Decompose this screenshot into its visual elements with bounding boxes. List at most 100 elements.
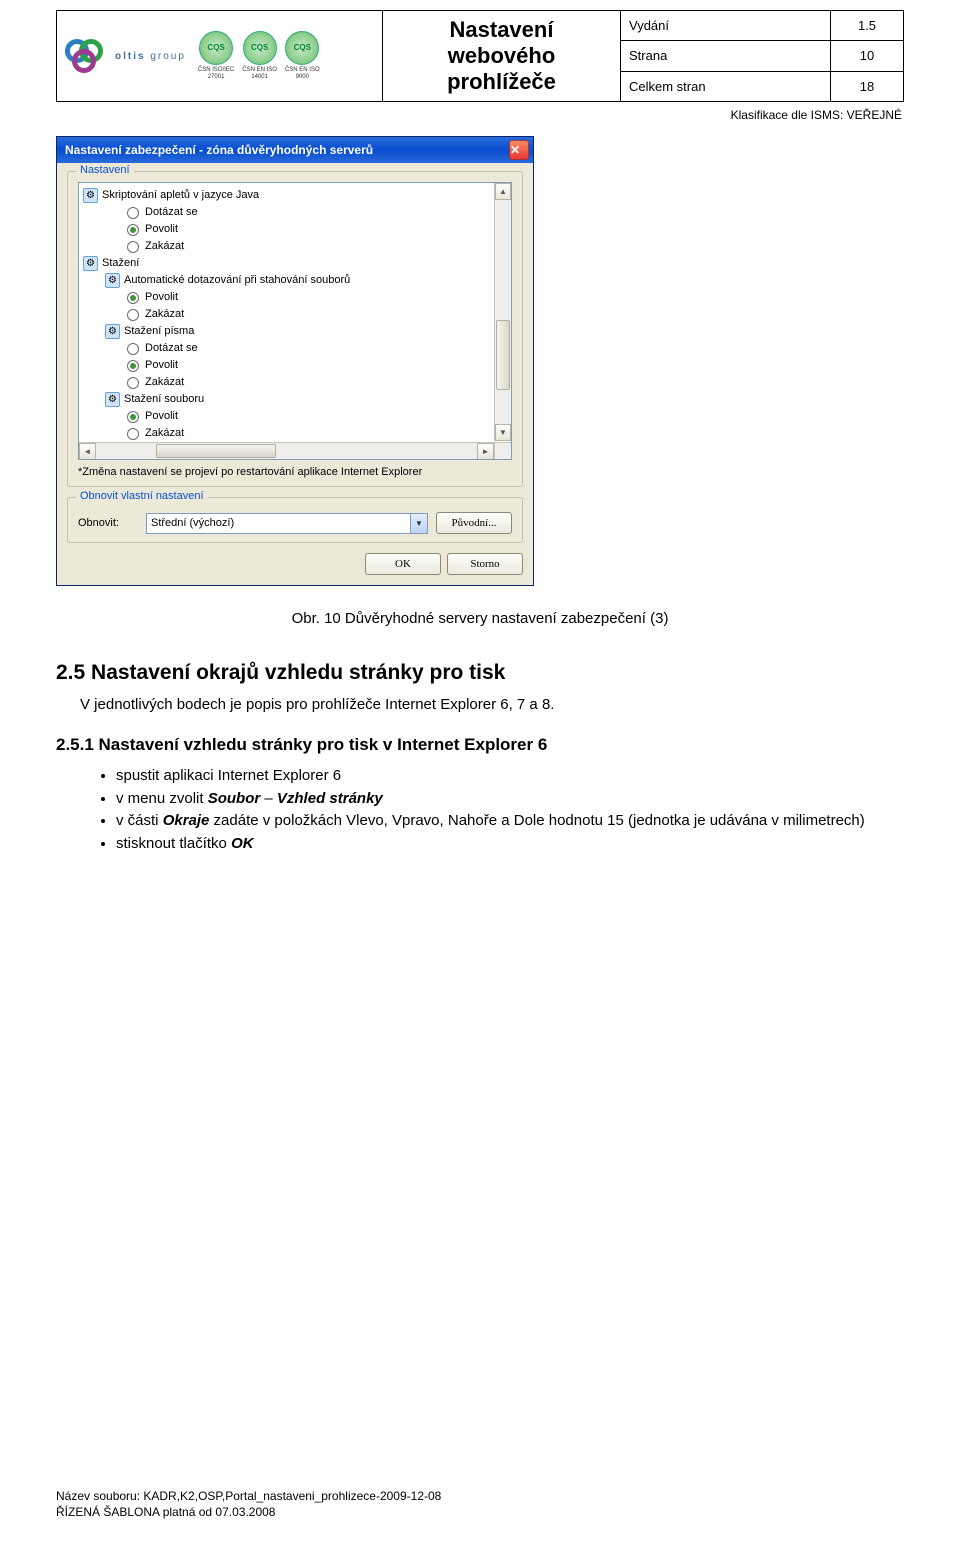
gear-icon: ⚙ [105, 324, 120, 339]
tree-option[interactable]: Povolit [83, 408, 493, 425]
option-label: Povolit [145, 408, 178, 425]
cert-badge: CQSČSN EN ISO14001 [242, 31, 277, 80]
footer-template-line: ŘÍZENÁ ŠABLONA platná od 07.03.2008 [56, 1504, 441, 1520]
horizontal-scrollbar[interactable]: ◄ ► [79, 442, 494, 459]
header-logos: oltis group CQSČSN ISO/IEC27001CQSČSN EN… [57, 11, 383, 101]
cert-badge: CQSČSN ISO/IEC27001 [198, 31, 234, 80]
radio-icon[interactable] [127, 224, 139, 236]
figure-caption: Obr. 10 Důvěryhodné servery nastavení za… [56, 610, 904, 627]
close-button[interactable]: ✕ [509, 140, 529, 160]
section-2-5-paragraph: V jednotlivých bodech je popis pro prohl… [80, 695, 904, 715]
option-label: Povolit [145, 289, 178, 306]
tree-option[interactable]: Zakázat [83, 306, 493, 323]
list-item: spustit aplikaci Internet Explorer 6 [116, 765, 904, 788]
settings-group-legend: Nastavení [76, 164, 134, 176]
vertical-scrollbar[interactable]: ▲ ▼ [494, 183, 511, 441]
horizontal-scroll-track[interactable] [96, 443, 477, 459]
reset-group-legend: Obnovit vlastní nastavení [76, 490, 208, 502]
meta-label: Celkem stran [621, 72, 831, 101]
radio-icon[interactable] [127, 377, 139, 389]
chevron-down-icon[interactable]: ▼ [410, 514, 427, 533]
logo-text: oltis group [115, 51, 186, 62]
oltis-logo: oltis group [65, 39, 186, 73]
radio-icon[interactable] [127, 292, 139, 304]
scroll-down-button[interactable]: ▼ [495, 424, 511, 441]
tree-option[interactable]: Povolit [83, 221, 493, 238]
gear-icon: ⚙ [83, 256, 98, 271]
option-label: Dotázat se [145, 340, 198, 357]
section-2-5-1-heading: 2.5.1 Nastavení vzhledu stránky pro tisk… [56, 735, 904, 755]
dialog-titlebar[interactable]: Nastavení zabezpečení - zóna důvěryhodný… [57, 137, 533, 163]
cert-seal-icon: CQS [285, 31, 319, 65]
scroll-right-button[interactable]: ► [477, 443, 494, 460]
tree-option[interactable]: Zakázat [83, 425, 493, 441]
radio-icon[interactable] [127, 241, 139, 253]
option-label: Zakázat [145, 425, 184, 441]
tree-label: Skriptování apletů v jazyce Java [102, 187, 259, 204]
reset-level-combobox[interactable]: Střední (výchozí) ▼ [146, 513, 428, 534]
tree-option[interactable]: Zakázat [83, 238, 493, 255]
option-label: Povolit [145, 357, 178, 374]
option-label: Zakázat [145, 306, 184, 323]
tree-label: Automatické dotazování při stahování sou… [124, 272, 350, 289]
list-item: v části Okraje zadáte v položkách Vlevo,… [116, 810, 904, 833]
meta-label: Vydání [621, 11, 831, 40]
section-2-5-heading: 2.5 Nastavení okrajů vzhledu stránky pro… [56, 661, 904, 685]
reset-defaults-button[interactable]: Původní... [436, 512, 512, 534]
gear-icon: ⚙ [105, 273, 120, 288]
meta-value: 1.5 [831, 11, 903, 40]
list-item: v menu zvolit Soubor – Vzhled stránky [116, 788, 904, 811]
cancel-button[interactable]: Storno [447, 553, 523, 575]
radio-icon[interactable] [127, 360, 139, 372]
option-label: Povolit [145, 221, 178, 238]
page-footer: Název souboru: KADR,K2,OSP,Portal_nastav… [56, 1488, 441, 1520]
reset-label: Obnovit: [78, 517, 138, 529]
radio-icon[interactable] [127, 309, 139, 321]
tree-category: ⚙Stažení [83, 255, 493, 272]
doc-header: oltis group CQSČSN ISO/IEC27001CQSČSN EN… [56, 10, 904, 102]
tree-option[interactable]: Zakázat [83, 374, 493, 391]
tree-category: ⚙Skriptování apletů v jazyce Java [83, 187, 493, 204]
classification-line: Klasifikace dle ISMS: VEŘEJNÉ [56, 108, 902, 122]
tree-option[interactable]: Dotázat se [83, 204, 493, 221]
radio-icon[interactable] [127, 343, 139, 355]
combo-value: Střední (výchozí) [151, 517, 234, 529]
vertical-scroll-thumb[interactable] [496, 320, 510, 390]
option-label: Zakázat [145, 374, 184, 391]
meta-row: Celkem stran18 [621, 72, 903, 101]
radio-icon[interactable] [127, 428, 139, 440]
list-item: stisknout tlačítko OK [116, 833, 904, 856]
reset-group: Obnovit vlastní nastavení Obnovit: Střed… [67, 497, 523, 543]
tree-option[interactable]: Povolit [83, 357, 493, 374]
security-settings-dialog: Nastavení zabezpečení - zóna důvěryhodný… [56, 136, 534, 586]
radio-icon[interactable] [127, 207, 139, 219]
tree-option[interactable]: Povolit [83, 289, 493, 306]
horizontal-scroll-thumb[interactable] [156, 444, 276, 458]
footer-filename: Název souboru: KADR,K2,OSP,Portal_nastav… [56, 1488, 441, 1504]
meta-value: 10 [831, 41, 903, 70]
cert-seal-icon: CQS [243, 31, 277, 65]
header-meta-table: Vydání1.5Strana10Celkem stran18 [621, 11, 903, 101]
section-2-5-1-bullets: spustit aplikaci Internet Explorer 6v me… [116, 765, 904, 855]
dialog-title: Nastavení zabezpečení - zóna důvěryhodný… [65, 143, 509, 157]
meta-row: Vydání1.5 [621, 11, 903, 41]
scroll-corner [494, 442, 511, 459]
tree-option[interactable]: Dotázat se [83, 340, 493, 357]
doc-title-cell: Nastavení webového prohlížeče [383, 11, 621, 101]
ok-button[interactable]: OK [365, 553, 441, 575]
scroll-left-button[interactable]: ◄ [79, 443, 96, 460]
doc-title: Nastavení webového prohlížeče [393, 17, 610, 95]
tree-subcategory: ⚙ Automatické dotazování při stahování so… [83, 272, 493, 289]
settings-group: Nastavení ⚙Skriptování apletů v jazyce J… [67, 171, 523, 487]
radio-icon[interactable] [127, 411, 139, 423]
cert-badge: CQSČSN EN ISO9000 [285, 31, 320, 80]
option-label: Zakázat [145, 238, 184, 255]
option-label: Dotázat se [145, 204, 198, 221]
settings-listbox[interactable]: ⚙Skriptování apletů v jazyce JavaDotázat… [78, 182, 512, 460]
restart-note: *Změna nastavení se projeví po restartov… [78, 466, 512, 478]
logo-rings-icon [65, 39, 109, 73]
cert-seal-icon: CQS [199, 31, 233, 65]
scroll-up-button[interactable]: ▲ [495, 183, 511, 200]
tree-subcategory: ⚙Stažení souboru [83, 391, 493, 408]
vertical-scroll-track[interactable] [495, 200, 511, 424]
